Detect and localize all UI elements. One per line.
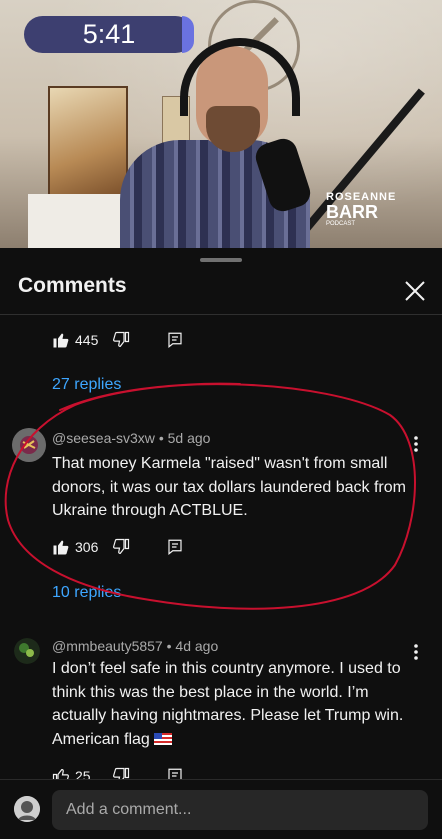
thumbs-down-icon — [113, 331, 130, 347]
podcast-logo: ROSEANNE BARR PODCAST — [326, 192, 402, 230]
comment-actions: 445 — [52, 328, 202, 352]
comment-item: @seesea-sv3xw • 5d ago That money Karmel… — [0, 428, 442, 608]
comments-sheet: Comments 445 27 replies @seesea-sv3xw • … — [0, 248, 442, 839]
sheet-title: Comments — [18, 274, 127, 297]
header-divider — [0, 314, 442, 315]
comment-age: 4d ago — [175, 638, 219, 654]
logo-line2: BARR — [326, 202, 378, 222]
reply-icon — [168, 332, 182, 348]
reply-button[interactable] — [166, 328, 184, 352]
dislike-button[interactable] — [112, 328, 130, 352]
dislike-button[interactable] — [112, 535, 130, 559]
thumbs-up-icon — [53, 333, 69, 348]
like-count: 445 — [75, 332, 99, 348]
comment-author[interactable]: @mmbeauty5857 — [52, 638, 163, 654]
close-button[interactable] — [400, 276, 430, 306]
comment-author[interactable]: @seesea-sv3xw — [52, 430, 155, 446]
like-count: 306 — [75, 539, 99, 555]
drag-handle[interactable] — [200, 258, 242, 262]
avatar[interactable] — [12, 428, 46, 462]
add-comment-input[interactable] — [52, 790, 428, 830]
thumbs-up-icon — [53, 540, 69, 555]
sheet-header: Comments — [0, 264, 442, 314]
avatar-image — [14, 796, 40, 822]
reply-icon — [168, 539, 182, 555]
avatar-image — [14, 638, 40, 664]
comment-text: I don’t feel safe in this country anymor… — [52, 660, 404, 748]
like-button[interactable]: 306 — [52, 535, 98, 559]
add-comment-bar — [0, 779, 442, 839]
reply-button[interactable] — [166, 535, 184, 559]
comment-meta: @seesea-sv3xw • 5d ago — [52, 430, 210, 446]
book-cover — [48, 86, 128, 198]
view-replies-button[interactable]: 27 replies — [52, 376, 121, 394]
video-player[interactable]: ROSEANNE BARR PODCAST 5:41 — [0, 0, 442, 248]
time-indicator: 5:41 — [24, 16, 194, 53]
us-flag-icon — [153, 732, 172, 745]
close-icon — [405, 281, 425, 301]
my-avatar[interactable] — [14, 796, 40, 822]
thumbs-down-icon — [113, 538, 130, 554]
comment-item: @mmbeauty5857 • 4d ago I don’t feel safe… — [0, 636, 442, 786]
comment-age: 5d ago — [167, 430, 211, 446]
like-button[interactable]: 445 — [52, 328, 98, 352]
view-replies-button[interactable]: 10 replies — [52, 584, 121, 602]
avatar[interactable] — [14, 638, 40, 664]
meta-separator: • — [158, 430, 168, 446]
comment-actions: 306 — [52, 535, 202, 559]
comment-meta: @mmbeauty5857 • 4d ago — [52, 638, 218, 654]
comment-text-wrap: I don’t feel safe in this country anymor… — [52, 657, 412, 751]
avatar-image — [12, 428, 46, 462]
comment-text: That money Karmela "raised" wasn't from … — [52, 455, 406, 519]
